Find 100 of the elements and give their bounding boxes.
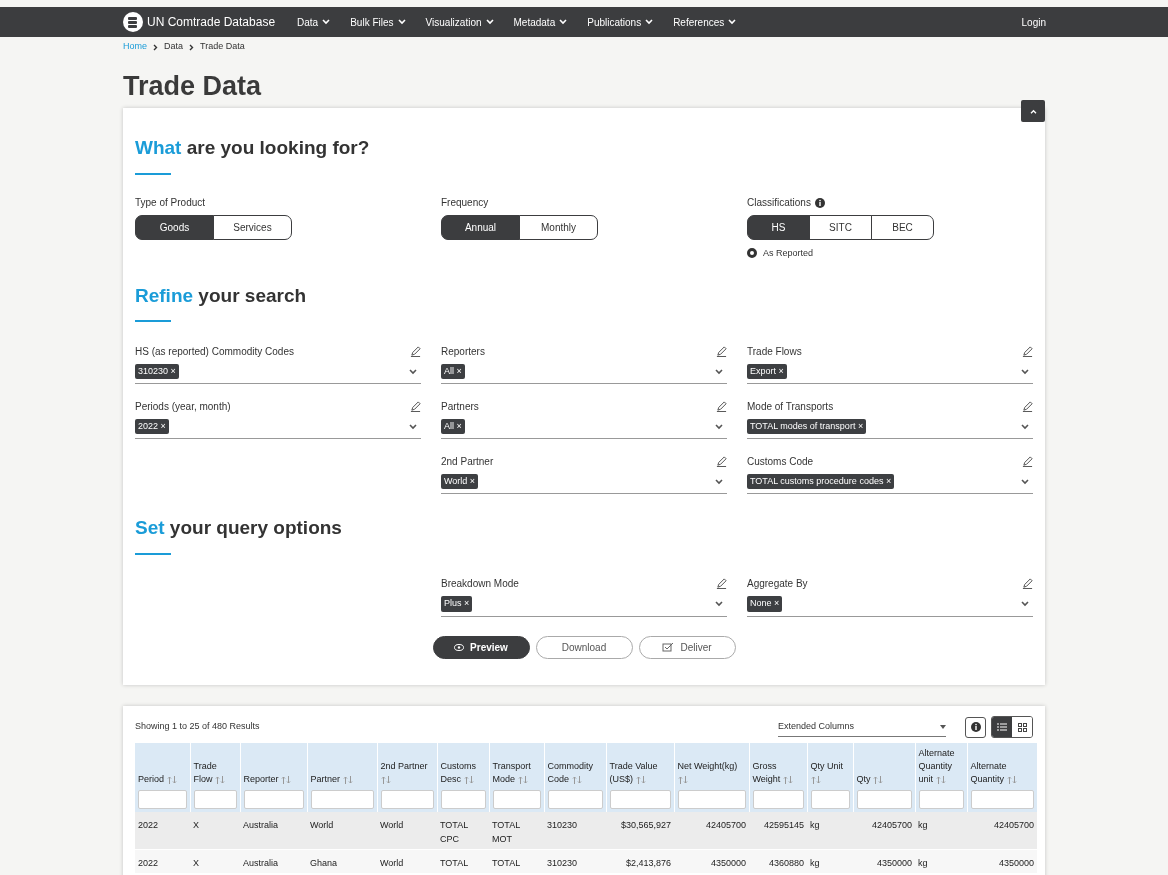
section-heading: Set your query options bbox=[135, 516, 343, 540]
tag-chip[interactable]: World × bbox=[441, 473, 479, 490]
tag-chip[interactable]: All × bbox=[441, 363, 465, 380]
filter-field[interactable] bbox=[856, 790, 912, 809]
table-cell: 310230 bbox=[547, 858, 578, 868]
field-label: Breakdown Mode bbox=[441, 577, 519, 591]
chevron-down-icon bbox=[1021, 423, 1029, 430]
field-label: Mode of Transports bbox=[747, 399, 834, 414]
chevron-down-icon bbox=[1021, 478, 1029, 485]
tag-chip[interactable]: Plus × bbox=[441, 596, 473, 612]
toggle-option[interactable]: Monthly bbox=[519, 214, 598, 240]
chevron-down-icon bbox=[715, 423, 723, 430]
nav-menu[interactable]: Data bbox=[297, 14, 331, 30]
table-cell: 42405700 bbox=[705, 820, 746, 830]
multi-select-field[interactable]: 2022 × bbox=[135, 415, 421, 439]
filter-field[interactable] bbox=[970, 790, 1034, 809]
pencil-icon[interactable] bbox=[716, 400, 727, 412]
filter-field[interactable] bbox=[193, 790, 237, 809]
preview-button[interactable]: Preview bbox=[432, 635, 530, 659]
pencil-icon[interactable] bbox=[410, 400, 421, 412]
list-view-button[interactable] bbox=[992, 717, 1012, 737]
table-cell: kg bbox=[918, 820, 928, 830]
nav-menu[interactable]: Publications bbox=[587, 14, 654, 30]
info-icon bbox=[970, 722, 981, 732]
filter-field[interactable] bbox=[138, 790, 187, 809]
filter-field[interactable] bbox=[677, 790, 746, 809]
chevron-right-icon bbox=[153, 43, 158, 51]
filter-field[interactable] bbox=[380, 790, 434, 809]
filter-field[interactable] bbox=[609, 790, 671, 809]
table-cell: $2,413,876 bbox=[625, 858, 671, 868]
multi-select-field[interactable]: Export × bbox=[747, 360, 1033, 384]
radio-label: As Reported bbox=[763, 246, 814, 260]
multi-select-field[interactable]: TOTAL modes of transport × bbox=[747, 415, 1033, 439]
group-label: Frequency bbox=[441, 196, 489, 210]
nav-menu[interactable]: Visualization bbox=[425, 14, 494, 30]
deliver-button[interactable]: Deliver bbox=[638, 635, 736, 659]
filter-field[interactable] bbox=[752, 790, 804, 809]
nav-menu[interactable]: Bulk Files bbox=[350, 14, 406, 30]
radio-button[interactable] bbox=[747, 248, 757, 259]
table-cell: 2022 bbox=[138, 820, 159, 830]
info-button[interactable] bbox=[965, 716, 986, 738]
tag-chip[interactable]: 2022 × bbox=[135, 418, 169, 435]
tag-chip[interactable]: TOTAL modes of transport × bbox=[747, 418, 867, 435]
tag-chip[interactable]: 310230 × bbox=[135, 363, 179, 380]
pencil-icon[interactable] bbox=[716, 578, 727, 589]
pencil-icon[interactable] bbox=[410, 345, 421, 357]
chevron-down-icon bbox=[559, 19, 568, 25]
toggle-option[interactable]: HS bbox=[747, 214, 810, 240]
download-button[interactable]: Download bbox=[535, 635, 633, 659]
filter-field[interactable] bbox=[243, 790, 304, 809]
filter-field[interactable] bbox=[310, 790, 374, 809]
field-label: Aggregate By bbox=[747, 577, 808, 591]
filter-field[interactable] bbox=[492, 790, 541, 809]
multi-select-field[interactable]: All × bbox=[441, 360, 727, 384]
chevron-down-icon bbox=[409, 368, 417, 375]
multi-select-field[interactable]: World × bbox=[441, 470, 727, 494]
table-cell: X bbox=[193, 820, 199, 830]
multi-select-field[interactable]: TOTAL customs procedure codes × bbox=[747, 470, 1033, 494]
tag-chip[interactable]: Export × bbox=[747, 363, 787, 380]
sort-icon bbox=[342, 775, 353, 784]
login-link[interactable]: Login bbox=[1021, 14, 1046, 30]
group-label: Classifications bbox=[747, 196, 811, 210]
toggle-option[interactable]: BEC bbox=[871, 214, 934, 240]
table-cell: X bbox=[193, 858, 199, 868]
brand-name[interactable]: UN Comtrade Database bbox=[147, 13, 276, 31]
chevron-down-icon bbox=[715, 368, 723, 375]
sort-icon bbox=[1006, 775, 1017, 784]
pencil-icon[interactable] bbox=[1022, 400, 1033, 412]
filter-field[interactable] bbox=[810, 790, 850, 809]
multi-select-field[interactable]: None × bbox=[747, 592, 1033, 617]
logo-icon[interactable] bbox=[123, 12, 143, 32]
table-cell: Ghana bbox=[310, 858, 338, 868]
toggle-option[interactable]: Services bbox=[213, 214, 292, 240]
multi-select-field[interactable]: Plus × bbox=[441, 592, 727, 617]
pencil-icon[interactable] bbox=[716, 345, 727, 357]
results-summary: Showing 1 to 25 of 480 Results bbox=[135, 720, 260, 734]
filter-field[interactable] bbox=[918, 790, 964, 809]
toggle-option[interactable]: Goods bbox=[135, 214, 214, 240]
multi-select-field[interactable]: 310230 × bbox=[135, 360, 421, 384]
tag-chip[interactable]: None × bbox=[747, 596, 783, 612]
tag-chip[interactable]: All × bbox=[441, 418, 465, 435]
pencil-icon[interactable] bbox=[1022, 455, 1033, 467]
toggle-option[interactable]: SITC bbox=[809, 214, 872, 240]
nav-menu[interactable]: References bbox=[673, 14, 737, 30]
pencil-icon[interactable] bbox=[716, 455, 727, 467]
pencil-icon[interactable] bbox=[1022, 345, 1033, 357]
nav-menu[interactable]: Metadata bbox=[513, 14, 568, 30]
info-icon[interactable] bbox=[814, 197, 825, 208]
filter-field[interactable] bbox=[547, 790, 603, 809]
table-cell: 4350000 bbox=[876, 858, 912, 868]
collapse-button[interactable] bbox=[1021, 100, 1045, 122]
chevron-down-icon bbox=[1021, 601, 1029, 607]
toggle-option[interactable]: Annual bbox=[441, 214, 520, 240]
filter-field[interactable] bbox=[440, 790, 486, 809]
pencil-icon[interactable] bbox=[1022, 578, 1033, 589]
chevron-down-icon bbox=[409, 423, 417, 430]
tag-chip[interactable]: TOTAL customs procedure codes × bbox=[747, 473, 895, 490]
multi-select-field[interactable]: All × bbox=[441, 415, 727, 439]
table-cell: kg bbox=[918, 858, 928, 868]
columns-select[interactable]: Extended Columns bbox=[778, 717, 946, 737]
